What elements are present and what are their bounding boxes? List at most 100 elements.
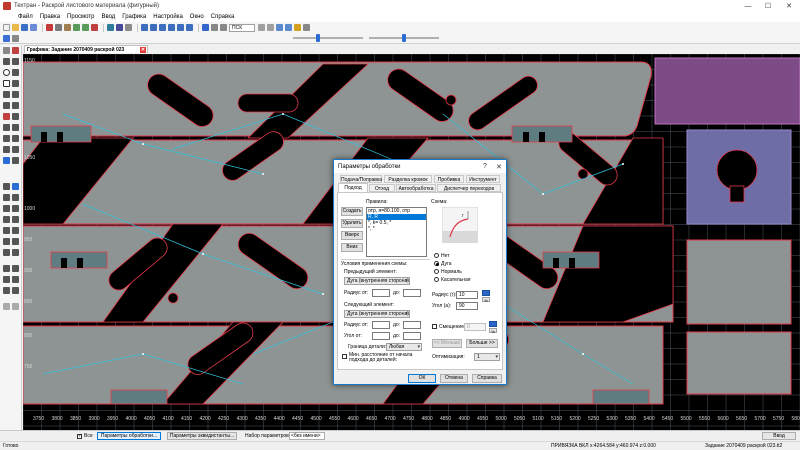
rectangle-icon[interactable] [3, 80, 10, 87]
more-button[interactable]: Больше >> [466, 339, 498, 348]
dimension-icon[interactable] [12, 146, 19, 153]
pierce-icon[interactable] [3, 216, 10, 223]
print-icon[interactable] [125, 24, 132, 31]
sheet-icon[interactable] [12, 157, 19, 164]
line-icon[interactable] [3, 58, 10, 65]
view-3d-icon[interactable] [276, 24, 283, 31]
skeleton-cut-icon[interactable] [12, 238, 19, 245]
delete-rule-button[interactable]: Удалить [341, 219, 363, 228]
highlight-icon[interactable] [294, 24, 301, 31]
measure-distance-icon[interactable] [3, 287, 10, 294]
paste-icon[interactable] [64, 24, 71, 31]
save-icon[interactable] [21, 24, 28, 31]
radio-normal[interactable] [434, 269, 439, 274]
text-icon[interactable] [3, 146, 10, 153]
move-up-button[interactable]: Вверх [341, 231, 363, 240]
tab-lead-in[interactable]: Подход [338, 183, 368, 192]
move-down-button[interactable]: Вниз [341, 243, 363, 252]
circle-icon[interactable] [3, 69, 10, 76]
prev-radius-to-field[interactable] [403, 289, 421, 297]
part-border-select[interactable]: Любая [386, 343, 422, 351]
move-icon[interactable] [3, 124, 10, 131]
rules-list[interactable]: отр, я=80.100, отр R, R *, k= 0.5, * *, … [366, 207, 427, 257]
remnant-icon[interactable] [12, 227, 19, 234]
tab-lead-out[interactable]: Отход [369, 184, 395, 192]
param-set-select[interactable]: <без имени> [289, 432, 325, 440]
processing-params-button[interactable]: Параметры обработки... [97, 432, 161, 440]
tab-feed-correction[interactable]: Подача/Поправка [340, 175, 382, 183]
menu-settings[interactable]: Настройка [153, 14, 183, 20]
redo-left-icon[interactable] [12, 303, 19, 310]
step-slider[interactable] [369, 34, 439, 42]
info-icon[interactable] [12, 287, 19, 294]
rotate-icon[interactable] [12, 124, 19, 131]
next-radius-from-field[interactable] [372, 321, 390, 329]
zoom-out-icon[interactable] [150, 24, 157, 31]
input-button[interactable]: Ввод [762, 432, 796, 440]
step-slider-thumb[interactable] [402, 34, 406, 42]
mirror-icon[interactable] [12, 102, 19, 109]
radio-arc[interactable] [434, 261, 439, 266]
zoom-all-icon[interactable] [168, 24, 175, 31]
prev-radius-from-field[interactable] [372, 289, 390, 297]
document-tab[interactable]: Графика: Задание 2070409 раскрой 023 ✕ [24, 45, 148, 53]
maximize-button[interactable]: ☐ [758, 0, 778, 12]
verify-icon[interactable] [12, 265, 19, 272]
contour-icon[interactable] [12, 80, 19, 87]
zoom-previous-icon[interactable] [177, 24, 184, 31]
purple-part[interactable] [654, 57, 800, 125]
lead-in-icon[interactable] [12, 194, 19, 201]
menu-edit[interactable]: Правка [40, 14, 60, 20]
part-icon[interactable] [3, 157, 10, 164]
offset-checkbox[interactable] [432, 324, 437, 329]
minimize-button[interactable]: — [738, 0, 758, 12]
angle-field[interactable]: 90 [456, 302, 478, 310]
properties-icon[interactable] [107, 24, 114, 31]
offset-icon[interactable] [3, 102, 10, 109]
tab-edge-prep[interactable]: Разделка кромок [384, 175, 432, 183]
measure-icon[interactable] [303, 24, 310, 31]
coord-axes-icon[interactable] [267, 24, 274, 31]
cut-order-icon[interactable] [3, 205, 10, 212]
part[interactable] [686, 331, 792, 395]
equidistant-params-button[interactable]: Параметры эквидистанты... [167, 432, 237, 440]
point-icon[interactable] [12, 47, 19, 54]
machine-icon[interactable] [3, 276, 10, 283]
redo-icon[interactable] [82, 24, 89, 31]
list-item[interactable]: *, * [367, 226, 426, 232]
toolpath-icon[interactable] [3, 194, 10, 201]
radio-none[interactable] [434, 253, 439, 258]
menu-input[interactable]: Ввод [101, 14, 115, 20]
new-file-icon[interactable] [3, 24, 10, 31]
angle-from-field[interactable] [372, 332, 390, 340]
coord-origin-icon[interactable] [258, 24, 265, 31]
offset-unit-button[interactable] [489, 321, 497, 327]
part[interactable] [686, 239, 792, 325]
microjoint-icon[interactable] [12, 216, 19, 223]
snap-icon[interactable] [211, 24, 218, 31]
spline-icon[interactable] [3, 91, 10, 98]
tab-auto-processing[interactable]: Автообработка [396, 184, 436, 192]
play-options-icon[interactable] [12, 34, 19, 42]
postprocessor-icon[interactable] [12, 276, 19, 283]
undo-icon[interactable] [73, 24, 80, 31]
nest-icon[interactable] [3, 183, 10, 190]
common-cut-icon[interactable] [3, 227, 10, 234]
ok-button[interactable]: ОК [408, 374, 436, 383]
array-icon[interactable] [12, 135, 19, 142]
menu-help[interactable]: Справка [211, 14, 235, 20]
menu-view[interactable]: Просмотр [67, 14, 94, 20]
auto-nest-icon[interactable] [12, 183, 19, 190]
help-button[interactable]: Справка [472, 374, 502, 383]
view-top-icon[interactable] [285, 24, 292, 31]
pan-icon[interactable] [186, 24, 193, 31]
optimization-select[interactable]: 1 [474, 353, 500, 361]
close-tab-icon[interactable]: ✕ [140, 46, 146, 53]
radio-tangent[interactable] [434, 277, 439, 282]
angle-to-field[interactable] [403, 332, 421, 340]
polyline-icon[interactable] [12, 58, 19, 65]
prev-element-select[interactable]: Дуга (внутренняя сторона) [344, 277, 410, 285]
cut-icon[interactable] [46, 24, 53, 31]
chain-icon[interactable] [3, 238, 10, 245]
extend-icon[interactable] [12, 113, 19, 120]
